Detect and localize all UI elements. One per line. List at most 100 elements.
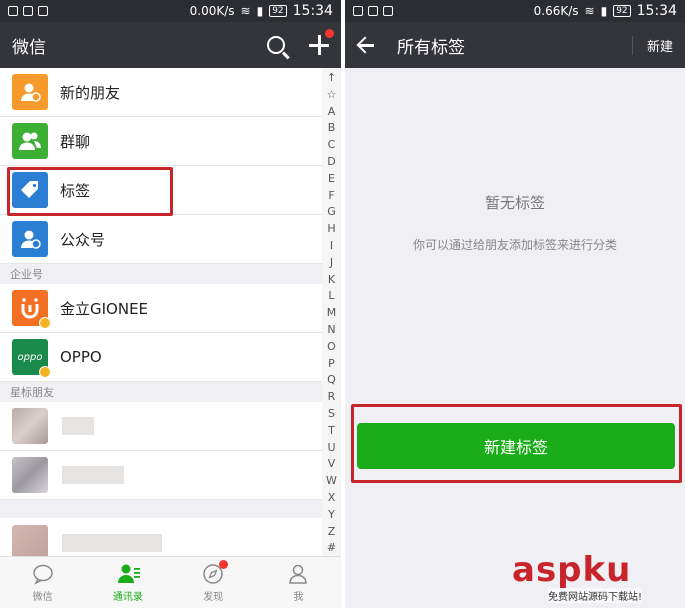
verified-badge-icon xyxy=(39,366,51,378)
status-bar: 0.00K/s ≋ ▮ 92 15:34 xyxy=(0,0,341,22)
index-letter[interactable]: X xyxy=(328,490,336,507)
status-bar: 0.66K/s ≋ ▮ 92 15:34 xyxy=(345,0,685,22)
index-letter[interactable]: W xyxy=(326,473,337,490)
index-letter[interactable]: N xyxy=(327,322,335,339)
gionee-logo xyxy=(12,290,51,329)
compass-icon xyxy=(202,559,229,585)
contact-name-blurred xyxy=(62,533,162,552)
group-icon xyxy=(12,123,48,159)
tab-discover-label: 发现 xyxy=(203,591,224,603)
add-icon[interactable] xyxy=(309,29,334,55)
contact-name-blurred xyxy=(62,466,124,484)
signal-icon: ▮ xyxy=(600,4,608,18)
notification-icon xyxy=(353,6,363,16)
notification-icon xyxy=(368,6,378,16)
notification-dot xyxy=(325,29,334,38)
index-letter[interactable]: B xyxy=(328,120,336,137)
network-speed: 0.00K/s xyxy=(189,4,235,18)
index-letter[interactable]: A xyxy=(328,104,336,121)
empty-state-title: 暂无标签 xyxy=(484,194,545,212)
contact-list[interactable]: 新的朋友 群聊 标签 公众号 企业号 金立GIONEE oppo OPPO 星标… xyxy=(0,68,322,556)
index-letter[interactable]: F xyxy=(328,188,334,205)
index-letter[interactable]: ☆ xyxy=(327,87,337,104)
tab-contacts-label: 通讯录 xyxy=(112,591,143,603)
index-letter[interactable]: G xyxy=(327,204,336,221)
index-letter[interactable]: E xyxy=(328,171,335,188)
index-letter[interactable]: R xyxy=(328,389,336,406)
notification-icon xyxy=(38,6,48,16)
wifi-icon: ≋ xyxy=(584,4,595,18)
alphabet-index-bar[interactable]: ↑ ☆ A B C D E F G H I J K L M N O P Q R S T U V W X Y Z # xyxy=(322,68,341,556)
new-friends-item[interactable]: 新的朋友 xyxy=(0,68,322,117)
blurred-section-header xyxy=(0,500,322,518)
network-speed: 0.66K/s xyxy=(533,4,579,18)
index-letter[interactable]: Q xyxy=(327,372,336,389)
battery-icon: 92 xyxy=(613,5,631,17)
tags-highlight-box xyxy=(7,167,173,216)
contacts-screen: 0.00K/s ≋ ▮ 92 15:34 微信 新的朋友 群聊 标签 公众号 企… xyxy=(0,0,341,608)
starred-section-header: 星标朋友 xyxy=(0,382,322,402)
status-time: 15:34 xyxy=(292,3,333,19)
index-letter[interactable]: L xyxy=(328,288,334,305)
group-chats-item[interactable]: 群聊 xyxy=(0,117,322,166)
index-letter[interactable]: V xyxy=(328,456,336,473)
index-letter[interactable]: J xyxy=(330,255,333,272)
bottom-tab-bar: 微信 通讯录 发现 我 xyxy=(0,556,341,608)
oppo-logo: oppo xyxy=(12,339,51,378)
tab-chats[interactable]: 微信 xyxy=(0,557,85,608)
index-letter[interactable]: K xyxy=(328,272,335,289)
index-letter[interactable]: O xyxy=(327,339,336,356)
index-letter[interactable]: # xyxy=(327,540,336,557)
index-letter[interactable]: U xyxy=(327,440,335,457)
index-letter[interactable]: H xyxy=(327,221,335,238)
status-time: 15:34 xyxy=(636,3,677,19)
wifi-icon: ≋ xyxy=(240,4,251,18)
list-item[interactable] xyxy=(0,402,322,451)
app-header: 所有标签 新建 xyxy=(345,22,685,68)
person-add-icon xyxy=(12,74,48,110)
official-account-icon xyxy=(12,221,48,257)
list-item[interactable] xyxy=(0,451,322,500)
gionee-label: 金立GIONEE xyxy=(60,299,149,318)
gionee-item[interactable]: 金立GIONEE xyxy=(0,284,322,333)
group-chats-label: 群聊 xyxy=(60,132,91,151)
empty-state-description: 你可以通过给朋友添加标签来进行分类 xyxy=(412,238,617,252)
index-letter[interactable]: D xyxy=(327,154,335,171)
list-item[interactable] xyxy=(0,518,322,556)
index-letter[interactable]: S xyxy=(328,406,335,423)
app-header: 微信 xyxy=(0,22,341,68)
index-letter[interactable]: T xyxy=(328,423,335,440)
index-letter[interactable]: Z xyxy=(328,524,336,541)
enterprise-section-header: 企业号 xyxy=(0,264,322,284)
chat-bubble-icon xyxy=(32,563,54,585)
avatar xyxy=(12,457,48,493)
tab-discover[interactable]: 发现 xyxy=(171,557,256,608)
back-arrow-icon[interactable] xyxy=(357,36,375,54)
person-icon xyxy=(287,563,309,585)
index-letter[interactable]: C xyxy=(328,137,336,154)
tab-contacts[interactable]: 通讯录 xyxy=(85,557,170,608)
avatar xyxy=(12,524,48,556)
watermark-caption: 免费网站源码下载站! xyxy=(548,588,643,603)
index-letter[interactable]: ↑ xyxy=(327,70,336,87)
signal-icon: ▮ xyxy=(256,4,264,18)
new-tag-header-button[interactable]: 新建 xyxy=(631,35,673,55)
tab-chats-label: 微信 xyxy=(32,591,53,603)
oppo-item[interactable]: oppo OPPO xyxy=(0,333,322,382)
new-tag-button[interactable]: 新建标签 xyxy=(357,423,675,469)
notification-icon xyxy=(8,6,18,16)
official-accounts-label: 公众号 xyxy=(60,230,106,249)
page-title: 微信 xyxy=(12,37,46,58)
official-accounts-item[interactable]: 公众号 xyxy=(0,215,322,264)
tab-me[interactable]: 我 xyxy=(256,557,341,608)
index-letter[interactable]: I xyxy=(330,238,333,255)
watermark-logo: aspku xyxy=(512,550,632,590)
battery-icon: 92 xyxy=(269,5,287,17)
search-icon[interactable] xyxy=(267,36,285,54)
index-letter[interactable]: M xyxy=(327,305,337,322)
notification-icon xyxy=(383,6,393,16)
notification-icon xyxy=(23,6,33,16)
new-friends-label: 新的朋友 xyxy=(60,83,121,102)
index-letter[interactable]: Y xyxy=(328,507,335,524)
index-letter[interactable]: P xyxy=(328,356,335,373)
